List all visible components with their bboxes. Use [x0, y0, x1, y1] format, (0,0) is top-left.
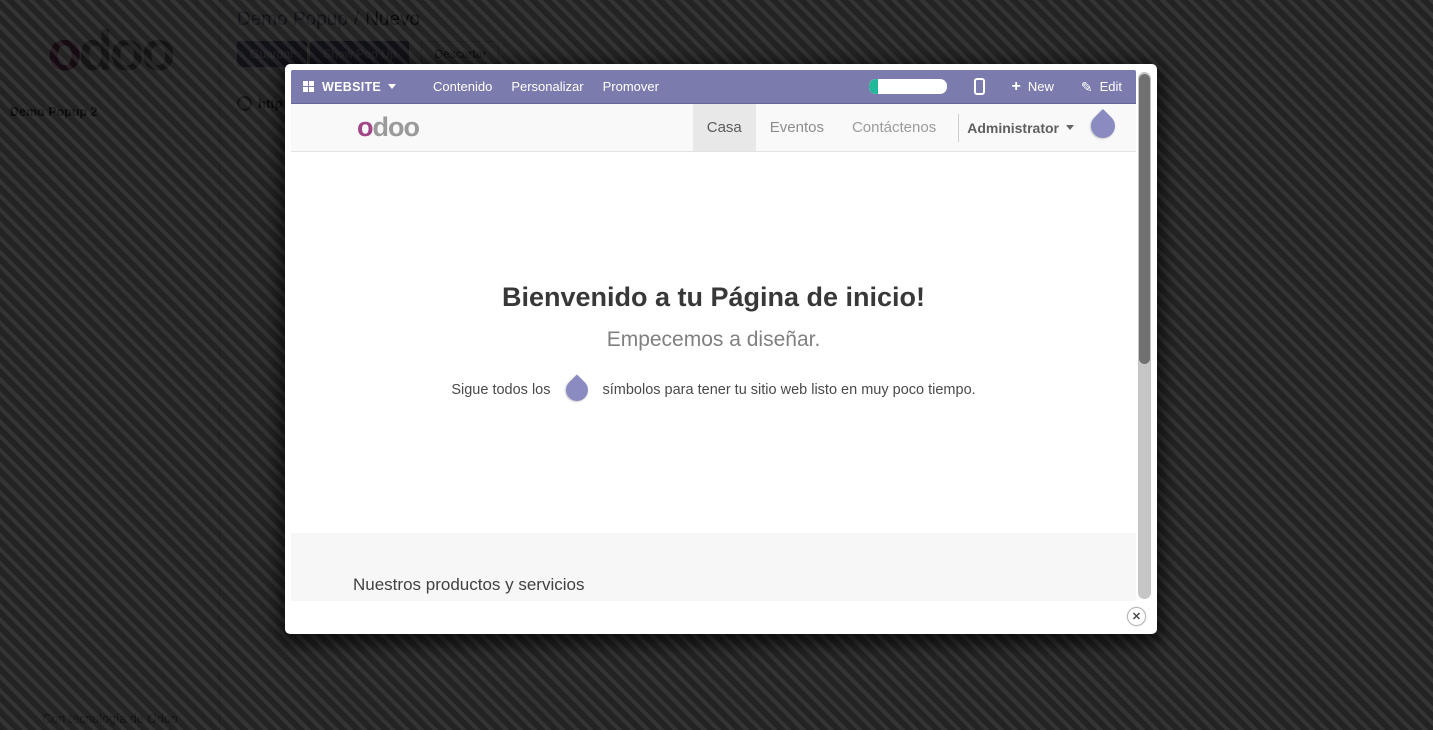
mobile-preview-icon[interactable]: [974, 78, 985, 95]
menu-item-promote[interactable]: Promover: [603, 79, 659, 94]
toolbar-right-group: + New ✎ Edit: [869, 78, 1137, 95]
menu-item-content[interactable]: Contenido: [433, 79, 492, 94]
nav-tab-events[interactable]: Eventos: [756, 104, 838, 151]
chevron-down-icon: [1066, 125, 1074, 130]
preview-scrollbar-track: [1138, 72, 1151, 599]
modal-content: WEBSITE Contenido Personalizar Promover …: [291, 70, 1136, 601]
welcome-title-strong: Página de inicio!: [710, 282, 925, 312]
welcome-title: Bienvenido a tu Página de inicio!: [291, 282, 1136, 313]
menu-item-customize[interactable]: Personalizar: [511, 79, 583, 94]
hint-text-before: Sigue todos los: [451, 382, 550, 398]
close-icon[interactable]: ✕: [1127, 607, 1146, 626]
welcome-title-normal: Bienvenido a tu: [502, 282, 711, 312]
plus-icon: +: [1012, 79, 1021, 95]
new-page-button[interactable]: + New: [1012, 79, 1054, 95]
user-menu-label: Administrator: [967, 120, 1059, 136]
website-menu-button[interactable]: WEBSITE: [291, 70, 414, 103]
products-section-title: Nuestros productos y servicios: [353, 575, 1136, 595]
site-header: odoo Casa Eventos Contáctenos Administra…: [291, 104, 1136, 152]
nav-tab-contact[interactable]: Contáctenos: [838, 104, 950, 151]
site-logo[interactable]: odoo: [357, 112, 419, 143]
edit-button-label: Edit: [1100, 79, 1122, 94]
welcome-hint: Sigue todos los símbolos para tener tu s…: [291, 374, 1136, 406]
nav-tab-home[interactable]: Casa: [693, 104, 756, 151]
pencil-icon: ✎: [1081, 80, 1093, 94]
products-section: Nuestros productos y servicios: [291, 533, 1136, 601]
logo-letter: o: [357, 112, 373, 142]
welcome-subtitle: Empecemos a diseñar.: [291, 328, 1136, 352]
site-nav: Casa Eventos Contáctenos Administrator: [693, 104, 1136, 151]
tour-drop-icon[interactable]: [1087, 107, 1120, 145]
tour-drop-icon[interactable]: [562, 374, 592, 406]
apps-grid-icon: [303, 81, 314, 92]
logo-rest: doo: [373, 112, 419, 142]
website-preview-modal: WEBSITE Contenido Personalizar Promover …: [285, 64, 1157, 634]
hint-text-after: símbolos para tener tu sitio web listo e…: [603, 382, 976, 398]
new-button-label: New: [1028, 79, 1054, 94]
chevron-down-icon: [388, 84, 396, 89]
tour-progress-fill: [869, 79, 878, 94]
edit-button[interactable]: ✎ Edit: [1081, 79, 1122, 94]
website-menu-label: WEBSITE: [322, 80, 381, 94]
preview-scrollbar-thumb[interactable]: [1139, 74, 1150, 364]
welcome-section: Bienvenido a tu Página de inicio! Empece…: [291, 152, 1136, 533]
tour-progress-bar: [869, 79, 947, 94]
user-menu[interactable]: Administrator: [967, 120, 1074, 136]
nav-divider: [958, 114, 959, 142]
website-editor-toolbar: WEBSITE Contenido Personalizar Promover …: [291, 70, 1136, 104]
